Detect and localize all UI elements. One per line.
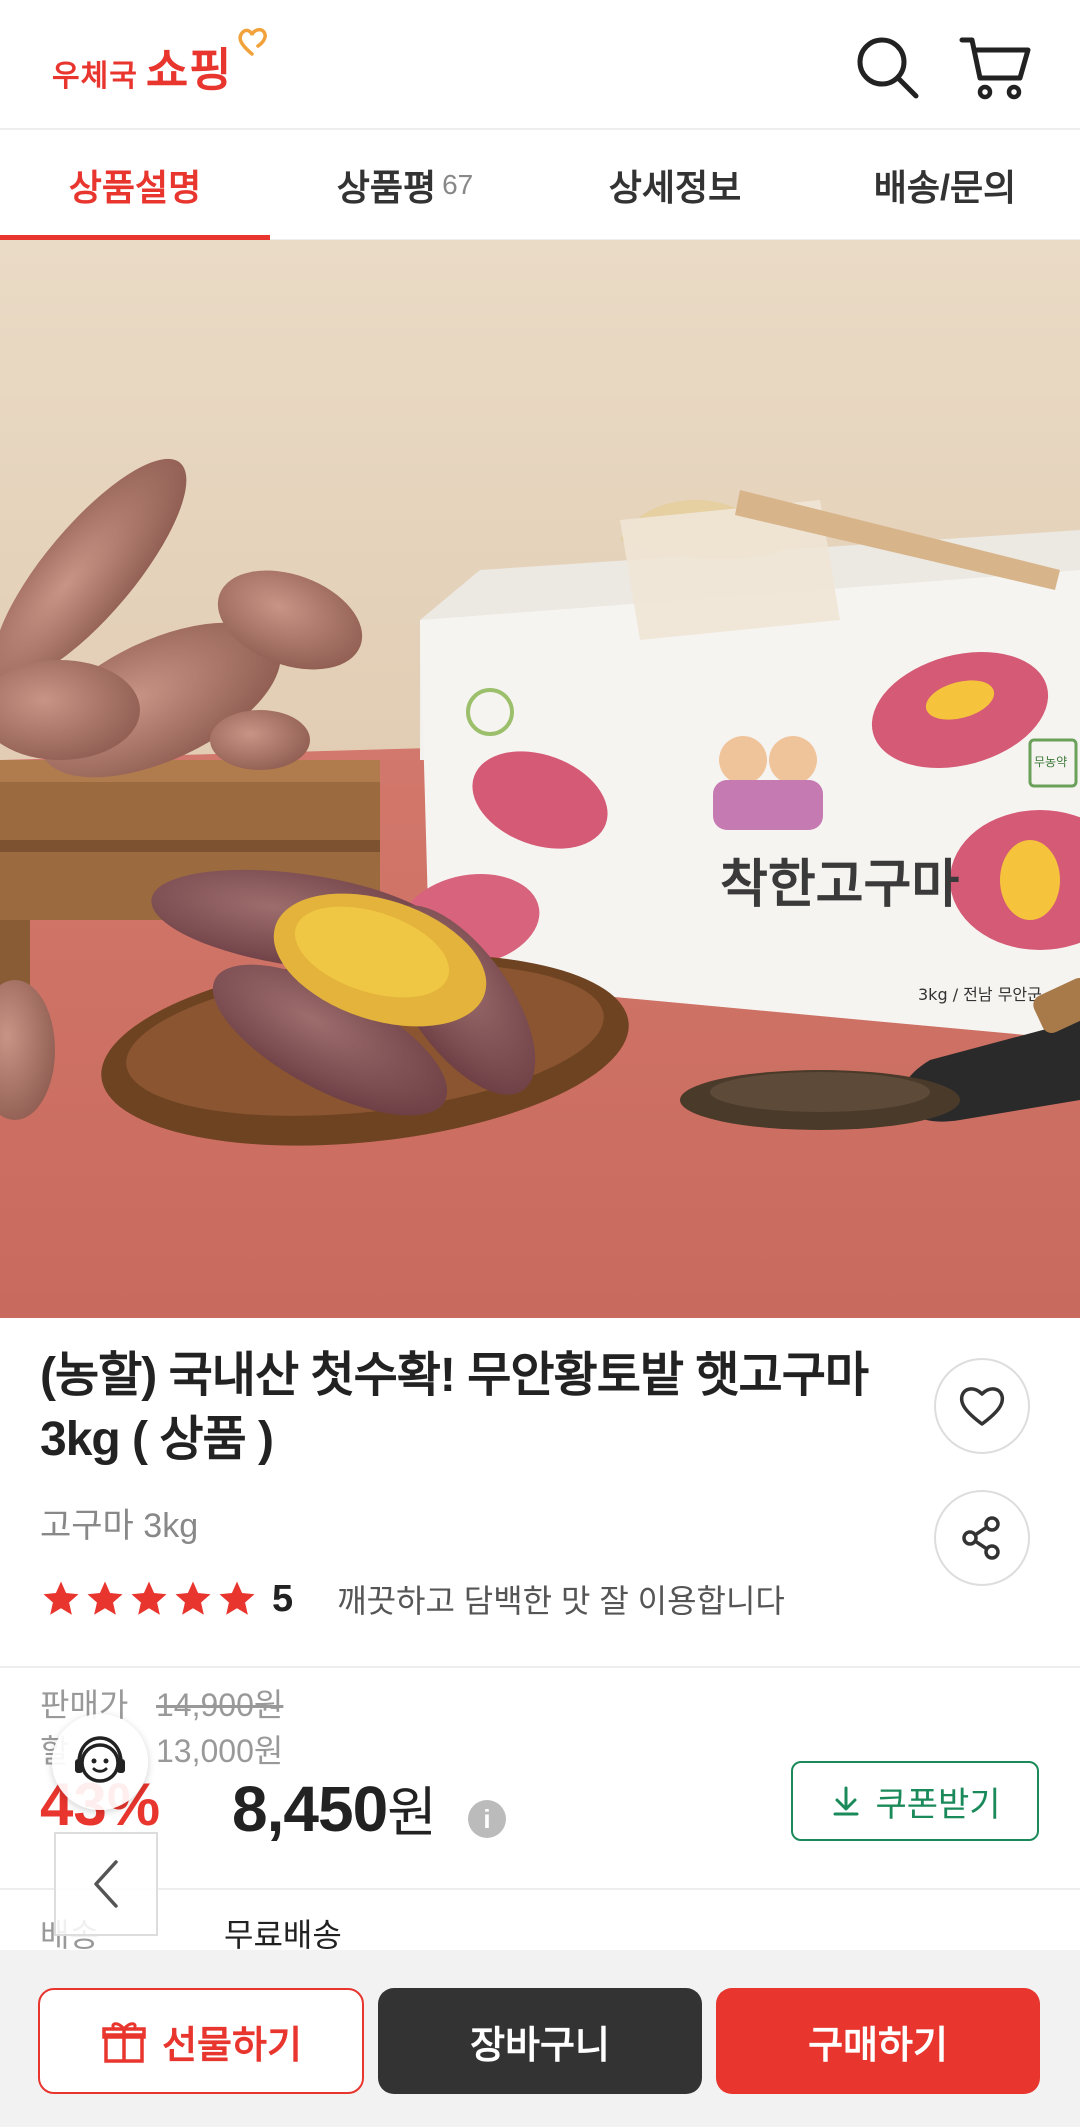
cart-icon[interactable] — [958, 30, 1034, 106]
review-snippet: 깨끗하고 담백한 맛 잘 이용합니다 — [337, 1583, 785, 1619]
rating-score: 5 — [272, 1577, 294, 1620]
currency-unit: 원 — [387, 1783, 437, 1843]
original-price: 14,900원 — [156, 1687, 284, 1723]
divider — [0, 1666, 1080, 1668]
coupon-download-button[interactable]: 쿠폰받기 — [791, 1761, 1039, 1841]
bottom-action-bar: 선물하기 장바구니 구매하기 — [0, 1950, 1080, 2127]
tab-bar: 상품설명 상품평 67 상세정보 배송/문의 — [0, 128, 1080, 241]
product-title-line1: (농할) 국내산 첫수확! 무안황토밭 햇고구마 — [40, 1349, 869, 1402]
coupon-label: 쿠폰받기 — [875, 1785, 1001, 1824]
tab-label: 상품평 — [336, 167, 437, 208]
chatbot-headset-icon — [75, 1736, 125, 1783]
gift-button[interactable]: 선물하기 — [38, 1988, 364, 2094]
rating-row[interactable]: 5 깨끗하고 담백한 맛 잘 이용합니다 — [40, 1576, 785, 1622]
share-button[interactable] — [934, 1490, 1030, 1586]
back-button[interactable] — [54, 1832, 158, 1936]
cart-label: 장바구니 — [470, 2024, 610, 2067]
search-icon[interactable] — [850, 30, 926, 106]
box-badge-text: 무농약 — [1034, 754, 1067, 769]
product-title: (농할) 국내산 첫수확! 무안황토밭 햇고구마 3kg ( 상품 ) — [40, 1344, 900, 1472]
buy-now-button[interactable]: 구매하기 — [716, 1988, 1040, 2094]
discount-price: 13,000원 — [156, 1733, 284, 1769]
star-icon — [87, 1581, 123, 1615]
gift-icon — [102, 2022, 146, 2063]
gift-label: 선물하기 — [162, 2024, 302, 2067]
logo-text-big: 쇼핑 — [145, 44, 233, 96]
logo[interactable]: 우체국 쇼핑 — [52, 27, 267, 100]
product-image[interactable]: 착한고구마 3kg / 전남 무안군 무농약 — [0, 240, 1080, 1318]
star-icon — [175, 1581, 211, 1615]
tab-label: 상세정보 — [608, 167, 742, 208]
tab-reviews[interactable]: 상품평 67 — [270, 130, 540, 240]
tab-label: 배송/문의 — [873, 167, 1017, 208]
box-brand-text: 착한고구마 — [720, 855, 959, 915]
star-rating — [40, 1578, 258, 1620]
share-icon — [962, 1516, 1000, 1560]
product-subtitle: 고구마 3kg — [40, 1507, 199, 1545]
chevron-left-icon — [94, 1860, 118, 1908]
logo-text-small: 우체국 — [52, 60, 138, 93]
divider — [0, 1888, 1080, 1890]
add-to-cart-button[interactable]: 장바구니 — [378, 1988, 702, 2094]
buy-label: 구매하기 — [808, 2024, 948, 2067]
star-icon — [131, 1581, 167, 1615]
star-icon — [43, 1581, 79, 1615]
download-icon — [833, 1786, 859, 1816]
price-info-icon[interactable]: i — [468, 1800, 506, 1838]
tab-details[interactable]: 상세정보 — [540, 130, 810, 240]
tab-label: 상품설명 — [68, 167, 202, 208]
logo-heart-icon — [238, 27, 267, 56]
customer-service-button[interactable] — [52, 1714, 148, 1810]
star-icon — [219, 1581, 255, 1615]
final-price-value: 8,450 — [232, 1773, 388, 1845]
heart-icon — [959, 1387, 1005, 1426]
header: 우체국 쇼핑 — [0, 0, 1080, 128]
box-caption-text: 3kg / 전남 무안군 — [918, 985, 1042, 1004]
tab-shipping-inquiry[interactable]: 배송/문의 — [810, 130, 1080, 240]
wishlist-button[interactable] — [934, 1358, 1030, 1454]
tab-description[interactable]: 상품설명 — [0, 130, 270, 241]
final-price: 8,450원 — [232, 1768, 437, 1847]
product-title-line2: 3kg ( 상품 ) — [40, 1413, 274, 1466]
product-photo-illustration: 착한고구마 3kg / 전남 무안군 무농약 — [0, 240, 1080, 1318]
review-count: 67 — [442, 169, 474, 200]
